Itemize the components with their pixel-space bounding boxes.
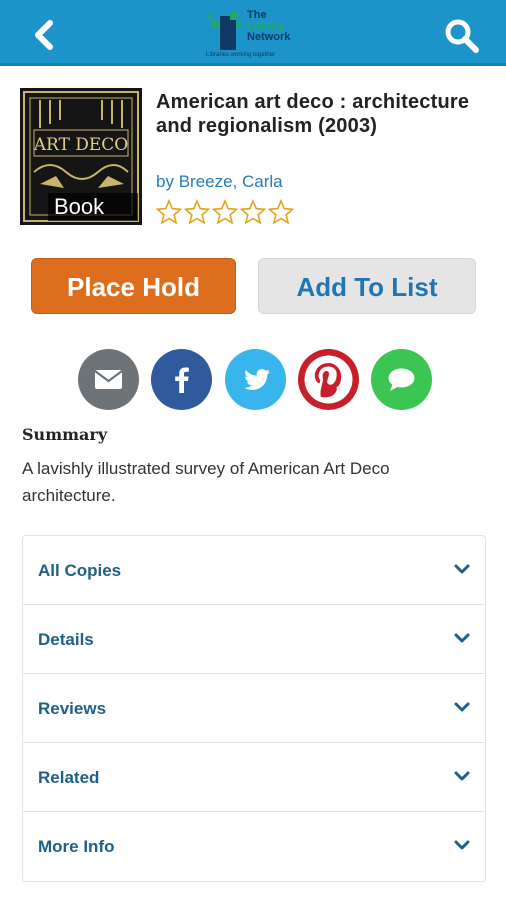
author-prefix: by <box>156 172 174 191</box>
add-to-list-button[interactable]: Add To List <box>258 258 476 314</box>
accordion-label: Reviews <box>38 699 107 718</box>
details-accordion: All Copies Details Reviews Related More … <box>22 535 486 882</box>
facebook-icon <box>151 349 212 410</box>
accordion-label: All Copies <box>38 561 122 580</box>
share-sms-button[interactable] <box>371 349 432 410</box>
star-icon[interactable] <box>184 199 210 225</box>
library-network-logo: The Library Network Libraries working to… <box>200 6 310 60</box>
chevron-left-icon <box>35 20 53 50</box>
accordion-all-copies[interactable]: All Copies <box>23 536 485 605</box>
summary-text: A lavishly illustrated survey of America… <box>22 459 390 505</box>
book-cover[interactable]: ART DECO Book <box>20 88 142 225</box>
accordion-related[interactable]: Related <box>23 743 485 812</box>
item-author: by Breeze, Carla <box>156 172 283 192</box>
app-header: The Library Network Libraries working to… <box>0 0 506 66</box>
chevron-down-icon <box>454 771 470 781</box>
star-icon[interactable] <box>268 199 294 225</box>
pinterest-icon <box>298 349 359 410</box>
format-label: Book <box>48 193 138 221</box>
author-link[interactable]: Breeze, Carla <box>179 172 283 191</box>
twitter-icon <box>225 349 286 410</box>
accordion-label: More Info <box>38 837 115 856</box>
logo-mark-icon <box>208 12 242 50</box>
share-email-button[interactable] <box>78 349 139 410</box>
accordion-label: Details <box>38 630 94 649</box>
accordion-label: Related <box>38 768 100 787</box>
chevron-down-icon <box>454 702 470 712</box>
star-icon[interactable] <box>212 199 238 225</box>
accordion-reviews[interactable]: Reviews <box>23 674 485 743</box>
share-bar <box>0 349 506 411</box>
star-icon[interactable] <box>240 199 266 225</box>
accordion-more-info[interactable]: More Info <box>23 812 485 881</box>
search-icon <box>445 19 479 53</box>
back-button[interactable] <box>28 18 62 52</box>
logo-text: The Library Network <box>247 9 291 43</box>
item-title: American art deco : architecture and reg… <box>156 91 470 137</box>
share-pinterest-button[interactable] <box>298 349 359 410</box>
chevron-down-icon <box>454 564 470 574</box>
rating-stars[interactable] <box>156 199 294 227</box>
sms-icon <box>371 349 432 410</box>
email-icon <box>78 349 139 410</box>
search-button[interactable] <box>442 16 482 56</box>
place-hold-button[interactable]: Place Hold <box>31 258 236 314</box>
cover-title-text: ART DECO <box>33 135 129 155</box>
summary-heading: Summary <box>22 425 108 444</box>
accordion-details[interactable]: Details <box>23 605 485 674</box>
chevron-down-icon <box>454 840 470 850</box>
chevron-down-icon <box>454 633 470 643</box>
logo-tagline: Libraries working together <box>206 52 276 58</box>
star-icon[interactable] <box>156 199 182 225</box>
share-facebook-button[interactable] <box>151 349 212 410</box>
share-twitter-button[interactable] <box>225 349 286 410</box>
